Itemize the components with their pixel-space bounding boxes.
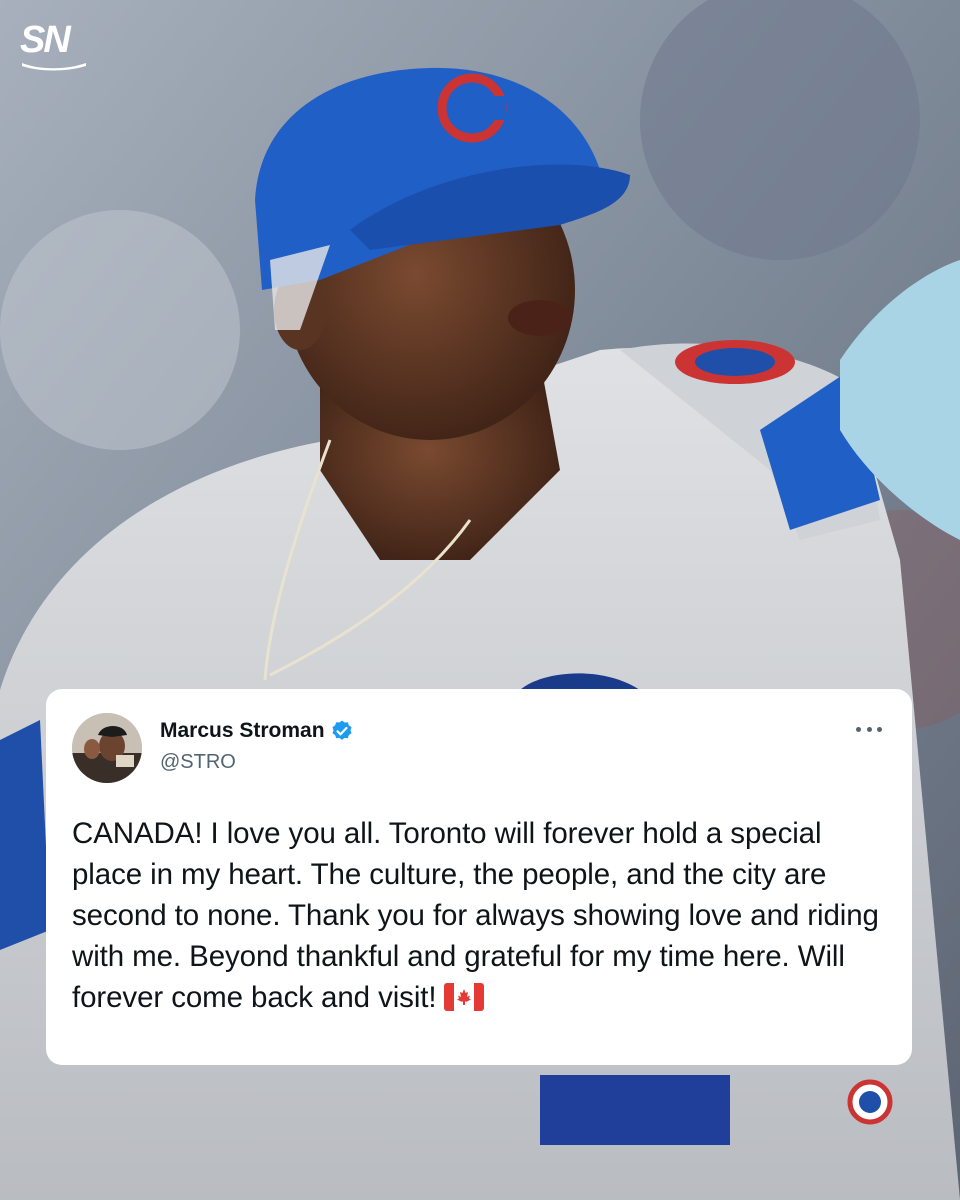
avatar[interactable] — [72, 713, 142, 783]
verified-badge-icon — [332, 720, 352, 740]
user-handle[interactable]: @STRO — [160, 751, 236, 774]
canada-flag-icon — [444, 983, 485, 1011]
tweet-card: Marcus Stroman @STRO CANADA! I love you … — [46, 689, 912, 1065]
more-options-icon[interactable] — [856, 719, 882, 739]
sporting-news-logo: SN — [20, 19, 90, 71]
logo-swoosh-icon — [22, 63, 86, 71]
logo-text: SN — [20, 19, 71, 61]
display-name[interactable]: Marcus Stroman — [160, 719, 325, 743]
profile-photo-icon — [72, 713, 142, 783]
name-row: Marcus Stroman — [160, 719, 354, 743]
tweet-header: Marcus Stroman @STRO — [72, 713, 886, 785]
tweet-text: CANADA! I love you all. Toronto will for… — [72, 813, 886, 1018]
